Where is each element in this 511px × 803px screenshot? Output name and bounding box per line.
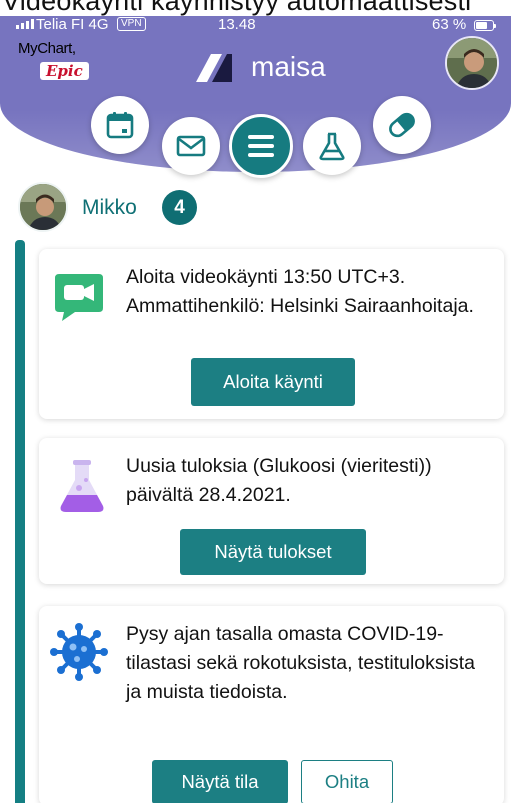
menu-icon bbox=[248, 135, 274, 157]
mychart-epic-logo: MyChart, Epic bbox=[18, 40, 108, 86]
nav-medications-button[interactable] bbox=[373, 96, 431, 154]
pill-icon bbox=[389, 112, 415, 138]
maisa-logo: maisa bbox=[194, 47, 326, 87]
nav-menu-button[interactable] bbox=[229, 114, 293, 178]
clock: 13.48 bbox=[218, 16, 256, 33]
battery-percent: 63 % bbox=[432, 16, 467, 33]
nav-calendar-button[interactable] bbox=[91, 96, 149, 154]
notification-count-badge: 4 bbox=[162, 190, 197, 225]
video-chat-icon bbox=[55, 274, 103, 321]
nav-results-button[interactable] bbox=[303, 117, 361, 175]
mail-icon bbox=[176, 135, 206, 157]
epic-label: Epic bbox=[40, 62, 89, 80]
maisa-mark-icon bbox=[196, 54, 232, 82]
carrier-label: Telia FI 4G bbox=[36, 16, 109, 33]
show-status-button[interactable]: Näytä tila bbox=[152, 760, 288, 803]
nav-messages-button[interactable] bbox=[162, 117, 220, 175]
status-bar: Telia FI 4G VPN 13.48 63 % bbox=[0, 14, 511, 36]
cut-off-top-text: Videokäynti käynnistyy automaattisesti bbox=[0, 0, 511, 16]
covid-status-card: Pysy ajan tasalla omasta COVID-19-tilast… bbox=[39, 606, 504, 803]
header-avatar[interactable] bbox=[445, 36, 499, 90]
flask-icon bbox=[319, 132, 345, 161]
signal-icon bbox=[16, 19, 34, 29]
app-name: maisa bbox=[251, 51, 326, 82]
card-message: Uusia tuloksia (Glukoosi (vieritesti)) p… bbox=[126, 455, 432, 506]
dismiss-button[interactable]: Ohita bbox=[301, 760, 393, 803]
card-message: Pysy ajan tasalla omasta COVID-19-tilast… bbox=[126, 623, 475, 703]
vpn-badge: VPN bbox=[117, 17, 146, 31]
profile-avatar[interactable] bbox=[18, 182, 68, 232]
virus-icon bbox=[50, 623, 108, 681]
profile-name[interactable]: Mikko bbox=[82, 196, 137, 220]
flask-icon bbox=[60, 460, 104, 512]
show-results-button[interactable]: Näytä tulokset bbox=[180, 529, 366, 575]
video-visit-card: Aloita videokäynti 13:50 UTC+3. Ammattih… bbox=[39, 249, 504, 419]
calendar-icon bbox=[106, 112, 134, 139]
test-results-card: Uusia tuloksia (Glukoosi (vieritesti)) p… bbox=[39, 438, 504, 584]
battery-icon bbox=[474, 20, 496, 31]
start-visit-button[interactable]: Aloita käynti bbox=[191, 358, 355, 406]
card-message: Aloita videokäynti 13:50 UTC+3. Ammattih… bbox=[126, 266, 474, 317]
timeline-bar bbox=[15, 240, 25, 803]
mychart-label: MyChart, bbox=[18, 40, 76, 57]
